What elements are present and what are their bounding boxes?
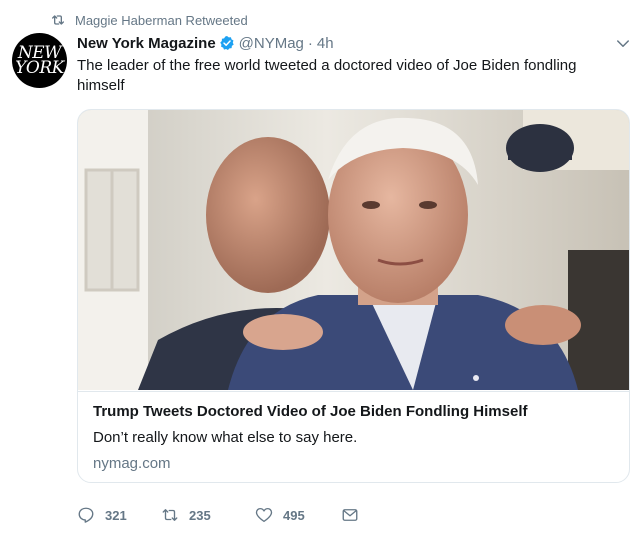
tweet-text: The leader of the free world tweeted a d… [77,57,577,94]
like-button[interactable]: 495 [255,506,341,524]
link-card[interactable]: Trump Tweets Doctored Video of Joe Biden… [77,109,630,483]
card-domain: nymag.com [93,455,171,472]
reply-icon [78,507,94,523]
reply-count: 321 [105,507,127,523]
separator-dot: · [307,34,313,52]
reply-button[interactable]: 321 [77,506,161,524]
avatar-logo: NEW YORK [15,42,64,78]
verified-badge-icon [219,36,234,50]
social-context[interactable]: Maggie Haberman Retweeted [50,10,248,30]
tweet-actions: 321 235 495 [77,505,369,525]
tweet-header: New York Magazine @NYMag · 4h [77,33,334,53]
author-name[interactable]: New York Magazine [77,35,216,52]
like-count: 495 [283,507,305,523]
card-image[interactable] [78,110,629,390]
avatar[interactable]: NEW YORK [12,33,67,88]
retweet-button[interactable]: 235 [161,506,255,524]
author-handle[interactable]: @NYMag [239,35,304,52]
card-description: Don’t really know what else to say here. [93,429,358,446]
retweet-icon [162,509,178,521]
chevron-down-icon[interactable] [614,35,632,53]
direct-message-button[interactable] [341,506,369,524]
card-title: Trump Tweets Doctored Video of Joe Biden… [93,403,528,420]
heart-icon [255,507,273,523]
retweet-count: 235 [189,507,211,523]
social-context-label: Maggie Haberman Retweeted [75,12,248,28]
card-body[interactable]: Trump Tweets Doctored Video of Joe Biden… [78,391,629,472]
retweet-icon [52,15,64,25]
envelope-icon [342,509,358,521]
tweet-timestamp[interactable]: 4h [317,35,334,52]
